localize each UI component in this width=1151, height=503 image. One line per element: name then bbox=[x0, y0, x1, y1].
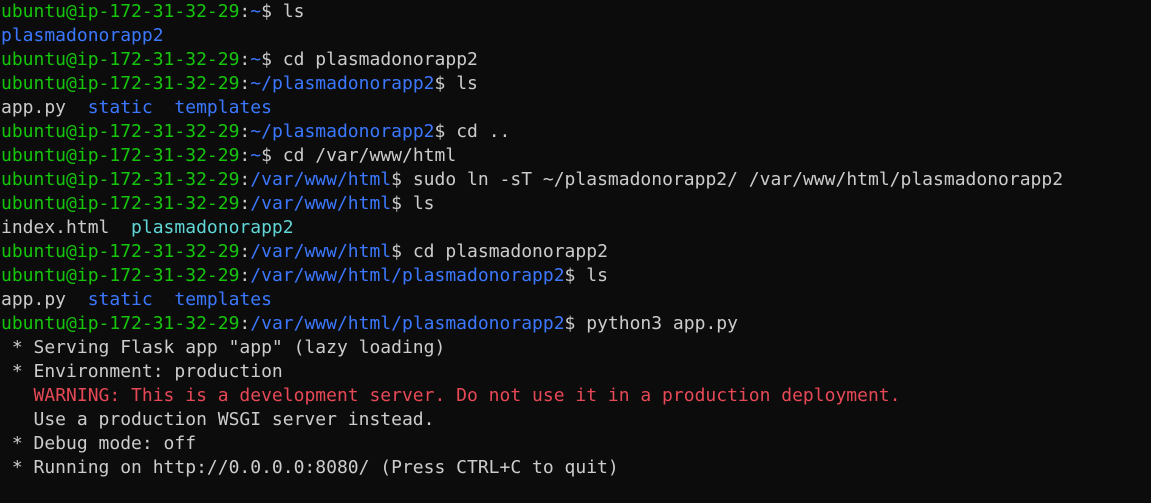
prompt-path: ~ bbox=[250, 49, 262, 70]
prompt-path: /var/www/html bbox=[250, 241, 392, 262]
prompt-separator: : bbox=[239, 145, 251, 166]
prompt-symbol: $ bbox=[564, 265, 587, 286]
prompt-user-host: ubuntu@ip-172-31-32-29 bbox=[1, 73, 240, 94]
output-text: index.html bbox=[1, 217, 132, 238]
prompt-path: ~ bbox=[250, 1, 262, 22]
output-text: * Running on http://0.0.0.0:8080/ (Press… bbox=[1, 457, 619, 478]
command-text: cd plasmadonorapp2 bbox=[412, 241, 608, 262]
terminal-line: ubuntu@ip-172-31-32-29:/var/www/html$ cd… bbox=[1, 240, 1151, 264]
directory-name: static bbox=[87, 97, 153, 118]
prompt-path: /var/www/html/plasmadonorapp2 bbox=[250, 313, 565, 334]
directory-name: templates bbox=[174, 97, 272, 118]
prompt-symbol: $ bbox=[434, 73, 457, 94]
prompt-user-host: ubuntu@ip-172-31-32-29 bbox=[1, 265, 240, 286]
terminal-line: ubuntu@ip-172-31-32-29:/var/www/html$ ls bbox=[1, 192, 1151, 216]
terminal-line: ubuntu@ip-172-31-32-29:/var/www/html/pla… bbox=[1, 312, 1151, 336]
command-text: sudo ln -sT ~/plasmadonorapp2/ /var/www/… bbox=[412, 169, 1064, 190]
terminal-line: Use a production WSGI server instead. bbox=[1, 408, 1151, 432]
prompt-user-host: ubuntu@ip-172-31-32-29 bbox=[1, 241, 240, 262]
terminal-line: ubuntu@ip-172-31-32-29:~$ cd /var/www/ht… bbox=[1, 144, 1151, 168]
prompt-symbol: $ bbox=[391, 241, 413, 262]
prompt-symbol: $ bbox=[391, 169, 413, 190]
output-text: app.py bbox=[1, 97, 88, 118]
command-text: ls bbox=[412, 193, 435, 214]
terminal-line: WARNING: This is a development server. D… bbox=[1, 384, 1151, 408]
command-text: cd .. bbox=[456, 121, 511, 142]
prompt-user-host: ubuntu@ip-172-31-32-29 bbox=[1, 1, 240, 22]
terminal-line: * Serving Flask app "app" (lazy loading) bbox=[1, 336, 1151, 360]
output-text: * Debug mode: off bbox=[1, 433, 197, 454]
terminal-line: app.py static templates bbox=[1, 96, 1151, 120]
command-text: ls bbox=[586, 265, 608, 286]
prompt-symbol: $ bbox=[261, 145, 283, 166]
terminal-line: index.html plasmadonorapp2 bbox=[1, 216, 1151, 240]
prompt-user-host: ubuntu@ip-172-31-32-29 bbox=[1, 169, 240, 190]
terminal-line: plasmadonorapp2 bbox=[1, 24, 1151, 48]
prompt-separator: : bbox=[239, 121, 251, 142]
terminal-line: * Debug mode: off bbox=[1, 432, 1151, 456]
prompt-separator: : bbox=[239, 1, 251, 22]
terminal-line: app.py static templates bbox=[1, 288, 1151, 312]
terminal-line: ubuntu@ip-172-31-32-29:~$ cd plasmadonor… bbox=[1, 48, 1151, 72]
directory-name: static bbox=[87, 289, 153, 310]
command-text: cd /var/www/html bbox=[282, 145, 457, 166]
terminal-line: ubuntu@ip-172-31-32-29:~$ ls bbox=[1, 0, 1151, 24]
terminal-line: ubuntu@ip-172-31-32-29:~/plasmadonorapp2… bbox=[1, 72, 1151, 96]
prompt-user-host: ubuntu@ip-172-31-32-29 bbox=[1, 313, 240, 334]
warning-text: WARNING: This is a development server. D… bbox=[33, 385, 901, 406]
output-text: * Environment: production bbox=[1, 361, 283, 382]
command-text: ls bbox=[456, 73, 478, 94]
prompt-path: ~/plasmadonorapp2 bbox=[250, 121, 435, 142]
terminal-line: ubuntu@ip-172-31-32-29:~/plasmadonorapp2… bbox=[1, 120, 1151, 144]
prompt-path: /var/www/html bbox=[250, 193, 392, 214]
prompt-separator: : bbox=[239, 241, 251, 262]
prompt-user-host: ubuntu@ip-172-31-32-29 bbox=[1, 121, 240, 142]
prompt-user-host: ubuntu@ip-172-31-32-29 bbox=[1, 49, 240, 70]
terminal-line: * Running on http://0.0.0.0:8080/ (Press… bbox=[1, 456, 1151, 480]
prompt-symbol: $ bbox=[261, 1, 283, 22]
prompt-separator: : bbox=[239, 169, 251, 190]
prompt-separator: : bbox=[239, 193, 251, 214]
prompt-path: ~ bbox=[250, 145, 262, 166]
output-text: * Serving Flask app "app" (lazy loading) bbox=[1, 337, 446, 358]
prompt-user-host: ubuntu@ip-172-31-32-29 bbox=[1, 193, 240, 214]
prompt-symbol: $ bbox=[391, 193, 413, 214]
command-text: python3 app.py bbox=[586, 313, 738, 334]
terminal-line: ubuntu@ip-172-31-32-29:/var/www/html$ su… bbox=[1, 168, 1151, 192]
prompt-path: /var/www/html/plasmadonorapp2 bbox=[250, 265, 565, 286]
prompt-separator: : bbox=[239, 49, 251, 70]
terminal-line: * Environment: production bbox=[1, 360, 1151, 384]
prompt-separator: : bbox=[239, 265, 251, 286]
output-text: app.py bbox=[1, 289, 88, 310]
terminal-window[interactable]: ubuntu@ip-172-31-32-29:~$ ls plasmadonora… bbox=[0, 0, 1151, 503]
symlink-name: plasmadonorapp2 bbox=[131, 217, 294, 238]
prompt-path: /var/www/html bbox=[250, 169, 392, 190]
command-text: ls bbox=[282, 1, 305, 22]
prompt-path: ~/plasmadonorapp2 bbox=[250, 73, 435, 94]
prompt-symbol: $ bbox=[564, 313, 587, 334]
prompt-user-host: ubuntu@ip-172-31-32-29 bbox=[1, 145, 240, 166]
prompt-separator: : bbox=[239, 313, 251, 334]
terminal-line: ubuntu@ip-172-31-32-29:/var/www/html/pla… bbox=[1, 264, 1151, 288]
directory-name: templates bbox=[174, 289, 272, 310]
output-text: Use a production WSGI server instead. bbox=[1, 409, 435, 430]
directory-name: plasmadonorapp2 bbox=[1, 25, 164, 46]
prompt-symbol: $ bbox=[434, 121, 457, 142]
prompt-symbol: $ bbox=[261, 49, 283, 70]
prompt-separator: : bbox=[239, 73, 251, 94]
command-text: cd plasmadonorapp2 bbox=[282, 49, 478, 70]
